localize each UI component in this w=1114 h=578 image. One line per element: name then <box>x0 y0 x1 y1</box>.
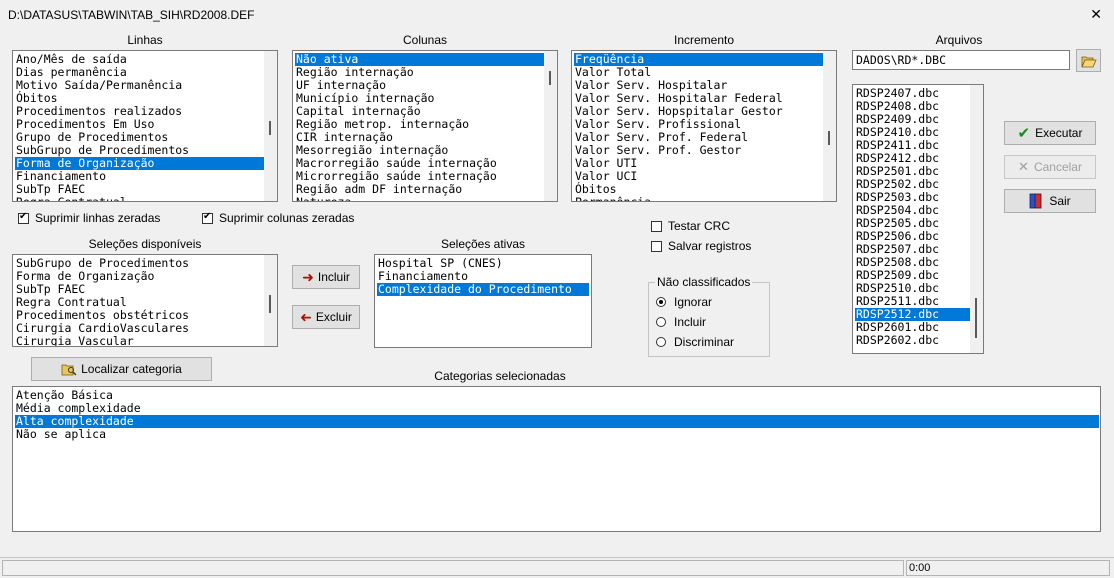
colunas-scrollbar[interactable] <box>544 51 557 201</box>
categorias-listbox[interactable]: Atenção Básica Média complexidade Alta com… <box>12 386 1101 532</box>
radio-ignorar[interactable]: Ignorar <box>656 295 712 309</box>
sair-button[interactable]: Sair <box>1004 189 1096 213</box>
linhas-scrollbar[interactable] <box>264 51 277 201</box>
list-item[interactable]: Natureza <box>295 196 545 202</box>
executar-label: Executar <box>1035 126 1083 140</box>
incremento-items: Freqüência Valor Total Valor Serv. Hospita… <box>574 53 824 202</box>
categorias-header: Categorias selecionadas <box>434 369 566 383</box>
folder-open-icon <box>1080 56 1097 67</box>
close-icon[interactable]: ✕ <box>1090 6 1102 23</box>
checkbox-checked-icon <box>202 211 213 224</box>
selecoes-ativas-header: Seleções ativas <box>440 237 526 251</box>
sair-label: Sair <box>1049 194 1071 208</box>
list-item[interactable]: Não se aplica <box>15 428 1099 441</box>
list-item[interactable]: Atenção Básica <box>15 389 1099 402</box>
incremento-scrollbar[interactable] <box>823 51 836 201</box>
incluir-label: Incluir <box>317 270 350 284</box>
arquivos-items: RDSP2407.dbc RDSP2408.dbc RDSP2409.dbc RDSP… <box>855 87 971 347</box>
incremento-listbox[interactable]: Freqüência Valor Total Valor Serv. Hospita… <box>571 50 837 202</box>
cancelar-button[interactable]: ✕ Cancelar <box>1004 155 1096 179</box>
arquivos-pattern-input[interactable]: DADOS\RD*.DBC <box>852 50 1070 70</box>
arquivos-listbox[interactable]: RDSP2407.dbc RDSP2408.dbc RDSP2409.dbc RDSP… <box>852 84 984 354</box>
selecoes-ativas-items: Hospital SP (CNES) Financiamento Complexid… <box>377 257 589 296</box>
radio-incluir[interactable]: Incluir <box>656 315 706 329</box>
list-item[interactable]: Média complexidade <box>15 402 1099 415</box>
localizar-categoria-button[interactable]: Localizar categoria <box>31 357 212 381</box>
linhas-items: Ano/Mês de saída Dias permanência Motivo S… <box>15 53 265 202</box>
radio-incluir-label: Incluir <box>674 315 707 329</box>
checkbox-checked-icon <box>18 211 29 224</box>
nao-classificados-legend: Não classificados <box>655 275 753 289</box>
salvar-registros-label: Salvar registros <box>668 239 752 253</box>
list-item[interactable]: Complexidade do Procedimento <box>377 283 589 296</box>
arquivos-header: Arquivos <box>935 33 983 47</box>
incluir-button[interactable]: ➜ Incluir <box>292 265 360 289</box>
testar-crc-checkbox[interactable]: Testar CRC <box>651 219 730 233</box>
door-exit-icon <box>1029 193 1042 209</box>
colunas-items: Não ativa Região internação UF internação M… <box>295 53 545 202</box>
selecoes-disponiveis-listbox[interactable]: SubGrupo de Procedimentos Forma de Organi… <box>12 254 278 347</box>
radio-unselected-icon <box>656 337 666 347</box>
list-item[interactable]: Alta complexidade <box>15 415 1099 428</box>
suprimir-colunas-checkbox[interactable]: Suprimir colunas zeradas <box>202 211 354 225</box>
arquivos-scrollbar[interactable] <box>970 85 983 353</box>
localizar-label: Localizar categoria <box>81 362 182 376</box>
nao-classificados-group: Não classificados Ignorar Incluir Discri… <box>648 275 770 357</box>
status-time: 0:00 <box>906 560 1110 576</box>
excluir-button[interactable]: ➜ Excluir <box>292 305 360 329</box>
list-item[interactable]: Cirurgia Vascular <box>15 335 265 347</box>
suprimir-colunas-label: Suprimir colunas zeradas <box>219 211 355 225</box>
status-bar: 0:00 <box>0 557 1114 578</box>
list-item[interactable]: RDSP2602.dbc <box>855 334 971 347</box>
folder-search-icon <box>61 364 77 376</box>
checkmark-icon: ✔ <box>1017 125 1031 142</box>
radio-unselected-icon <box>656 317 666 327</box>
radio-discriminar-label: Discriminar <box>674 335 734 349</box>
list-item[interactable]: Permanência <box>574 196 824 202</box>
selecoes-disponiveis-scrollbar[interactable] <box>264 255 277 346</box>
linhas-header: Linhas <box>127 33 163 47</box>
arrow-right-icon: ➜ <box>302 268 314 285</box>
selecoes-ativas-listbox[interactable]: Hospital SP (CNES) Financiamento Complexid… <box>374 254 592 348</box>
arrow-left-icon: ➜ <box>300 308 312 325</box>
incremento-header: Incremento <box>673 33 735 47</box>
list-item[interactable]: Regra Contratual <box>15 196 265 202</box>
suprimir-linhas-checkbox[interactable]: Suprimir linhas zeradas <box>18 211 160 225</box>
x-icon: ✕ <box>1018 159 1029 174</box>
radio-ignorar-label: Ignorar <box>674 295 713 309</box>
status-pane-main <box>2 560 904 576</box>
testar-crc-label: Testar CRC <box>668 219 731 233</box>
colunas-listbox[interactable]: Não ativa Região internação UF internação M… <box>292 50 558 202</box>
checkbox-unchecked-icon <box>651 240 662 252</box>
salvar-registros-checkbox[interactable]: Salvar registros <box>651 239 751 253</box>
excluir-label: Excluir <box>315 310 352 324</box>
window-title: D:\DATASUS\TABWIN\TAB_SIH\RD2008.DEF <box>8 8 255 22</box>
cancelar-label: Cancelar <box>1033 160 1082 174</box>
radio-selected-icon <box>656 297 666 307</box>
radio-discriminar[interactable]: Discriminar <box>656 335 734 349</box>
categorias-items: Atenção Básica Média complexidade Alta com… <box>15 389 1099 441</box>
checkbox-unchecked-icon <box>651 220 662 232</box>
selecoes-disponiveis-header: Seleções disponíveis <box>88 237 202 251</box>
colunas-header: Colunas <box>402 33 448 47</box>
executar-button[interactable]: ✔ Executar <box>1004 121 1096 145</box>
browse-folder-button[interactable] <box>1076 49 1101 72</box>
linhas-listbox[interactable]: Ano/Mês de saída Dias permanência Motivo S… <box>12 50 278 202</box>
suprimir-linhas-label: Suprimir linhas zeradas <box>35 211 161 225</box>
selecoes-disponiveis-items: SubGrupo de Procedimentos Forma de Organi… <box>15 257 265 347</box>
